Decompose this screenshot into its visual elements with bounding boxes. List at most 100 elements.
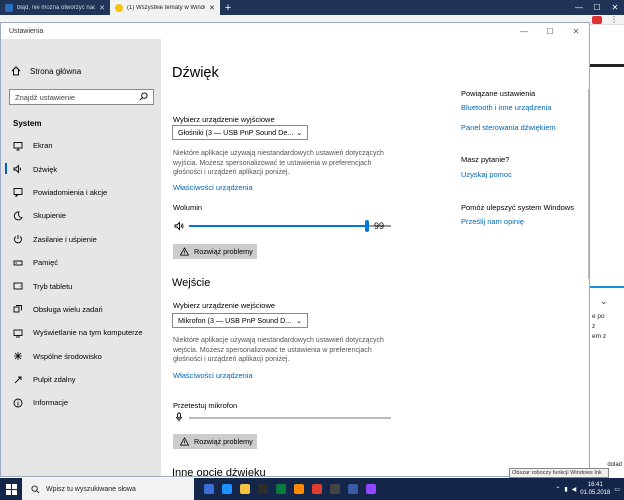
clock-date: 01.05.2018: [580, 490, 611, 496]
search-placeholder: Znajdź ustawienie: [15, 92, 76, 102]
network-icon[interactable]: ▮: [564, 486, 567, 493]
notification-icon: [13, 187, 23, 198]
output-device-select[interactable]: Głośniki (3 — USB PnP Sound De... ⌄: [172, 125, 308, 140]
window-title: Ustawienia: [1, 23, 589, 39]
close-tab-icon[interactable]: ✕: [99, 4, 105, 12]
feedback-link[interactable]: Prześlij nam opinię: [461, 217, 524, 226]
sidebar-item-label: Pamięć: [33, 258, 59, 268]
browser-maximize-button[interactable]: ☐: [588, 0, 606, 15]
taskbar-app-icon[interactable]: [290, 478, 308, 500]
background-text-line: z: [592, 323, 596, 330]
project-icon: [13, 328, 23, 338]
taskbar-search-placeholder: Wpisz tu wyszukiwane słowa: [46, 485, 136, 493]
mic-test-label: Przetestuj mikrofon: [173, 401, 238, 410]
output-device-label: Wybierz urządzenie wyjściowe: [173, 115, 275, 124]
taskbar-app-icon[interactable]: [200, 478, 218, 500]
taskbar-app-icon[interactable]: [218, 478, 236, 500]
sidebar-item-label: Dźwięk: [33, 164, 58, 174]
tray-chevron-up-icon[interactable]: ⌃: [555, 486, 560, 493]
nav-home[interactable]: Strona główna: [11, 66, 81, 76]
sound-control-panel-link[interactable]: Panel sterowania dźwiękiem: [461, 123, 556, 132]
volume-thumb[interactable]: [365, 220, 369, 232]
sidebar-item-label: Zasilanie i uśpienie: [33, 234, 97, 244]
taskbar-app-icon[interactable]: [308, 478, 326, 500]
power-icon: [13, 234, 23, 244]
taskbar-apps: [200, 478, 380, 500]
browser-close-button[interactable]: ✕: [606, 0, 624, 15]
taskbar-app-icon[interactable]: [254, 478, 272, 500]
warning-icon: [179, 437, 189, 447]
start-button[interactable]: [0, 478, 22, 500]
menu-icon[interactable]: ⋮: [610, 15, 618, 24]
sidebar-item-multitasking[interactable]: Obsługa wielu zadań: [1, 298, 161, 321]
sidebar-item-label: Informacje: [33, 398, 69, 408]
taskbar-clock[interactable]: 16:41 01.05.2018: [580, 481, 610, 497]
new-tab-button[interactable]: +: [220, 0, 236, 15]
sidebar-item-label: Powiadomienia i akcje: [33, 187, 108, 197]
input-troubleshoot-button[interactable]: Rozwiąż problemy: [173, 434, 257, 449]
monitor-icon: [13, 141, 23, 151]
bluetooth-link[interactable]: Bluetooth i inne urządzenia: [461, 103, 551, 112]
input-device-select[interactable]: Mikrofon (3 — USB PnP Sound D... ⌄: [172, 313, 308, 328]
browser-tab-strip: błąd, nie można otworzyć nach ✕ (1) Wszy…: [0, 0, 624, 15]
chevron-down-icon[interactable]: ⌄: [600, 296, 608, 307]
volume-icon[interactable]: ◀: [572, 486, 577, 493]
taskbar-app-icon[interactable]: [362, 478, 380, 500]
taskbar-app-icon[interactable]: [272, 478, 290, 500]
troubleshoot-label: Rozwiąż problemy: [194, 247, 253, 256]
action-center-icon[interactable]: ▭: [614, 486, 620, 493]
sidebar-item-sound[interactable]: Dźwięk: [1, 157, 161, 180]
remote-icon: [13, 375, 23, 385]
input-device-label: Wybierz urządzenie wejściowe: [173, 301, 276, 310]
output-troubleshoot-button[interactable]: Rozwiąż problemy: [173, 244, 257, 259]
sidebar-item-storage[interactable]: Pamięć: [1, 251, 161, 274]
warning-icon: [179, 247, 189, 257]
taskbar-app-icon[interactable]: [236, 478, 254, 500]
sidebar-item-label: Ekran: [33, 141, 53, 151]
taskbar-search[interactable]: Wpisz tu wyszukiwane słowa: [22, 478, 194, 500]
background-text-line: em z: [592, 333, 607, 340]
sidebar-item-label: Pulpit zdalny: [33, 375, 76, 385]
sidebar-item-remote[interactable]: Pulpit zdalny: [1, 368, 161, 391]
get-help-link[interactable]: Uzyskaj pomoc: [461, 170, 512, 179]
chevron-down-icon: ⌄: [296, 317, 302, 325]
speaker-icon[interactable]: [174, 221, 184, 231]
browser-tab-active[interactable]: (1) Wszystkie tematy w Window ✕: [110, 0, 220, 15]
taskbar-app-icon[interactable]: [344, 478, 362, 500]
search-icon: [139, 91, 148, 103]
close-button[interactable]: ✕: [563, 23, 589, 39]
input-properties-link[interactable]: Właściwości urządzenia: [173, 371, 253, 380]
settings-sidebar: Strona główna Znajdź ustawienie System E…: [1, 39, 161, 476]
scrollbar[interactable]: [588, 39, 589, 476]
extension-icon[interactable]: [592, 16, 602, 24]
sidebar-item-display[interactable]: Ekran: [1, 134, 161, 157]
output-properties-link[interactable]: Właściwości urządzenia: [173, 183, 253, 192]
browser-minimize-button[interactable]: —: [570, 0, 588, 15]
troubleshoot-label: Rozwiąż problemy: [194, 437, 253, 446]
sidebar-item-power[interactable]: Zasilanie i uśpienie: [1, 228, 161, 251]
moon-icon: [13, 211, 23, 221]
search-icon: [30, 484, 40, 494]
sidebar-item-about[interactable]: Informacje: [1, 391, 161, 414]
maximize-button[interactable]: ☐: [537, 23, 563, 39]
sidebar-item-label: Obsługa wielu zadań: [33, 304, 103, 314]
minimize-button[interactable]: —: [511, 23, 537, 39]
taskbar-app-icon[interactable]: [326, 478, 344, 500]
background-text: e po z em z: [590, 312, 624, 342]
sidebar-item-tablet[interactable]: Tryb tabletu: [1, 274, 161, 297]
sidebar-item-projecting[interactable]: Wyświetlanie na tym komputerze: [1, 321, 161, 344]
sidebar-item-notifications[interactable]: Powiadomienia i akcje: [1, 181, 161, 204]
scrollbar-thumb[interactable]: [588, 89, 589, 279]
storage-icon: [13, 258, 23, 268]
sidebar-item-label: Skupienie: [33, 211, 66, 221]
volume-slider[interactable]: [189, 220, 391, 232]
mic-level-meter: [189, 417, 391, 419]
page-title: Dźwięk: [172, 65, 219, 81]
close-tab-icon[interactable]: ✕: [209, 4, 215, 12]
browser-tab[interactable]: błąd, nie można otworzyć nach ✕: [0, 0, 110, 15]
home-icon: [11, 66, 21, 76]
search-input[interactable]: Znajdź ustawienie: [9, 89, 154, 105]
sidebar-item-shared[interactable]: Wspólne środowisko: [1, 345, 161, 368]
improve-windows-heading: Pomóż ulepszyć system Windows: [461, 203, 574, 212]
sidebar-item-focus[interactable]: Skupienie: [1, 204, 161, 227]
